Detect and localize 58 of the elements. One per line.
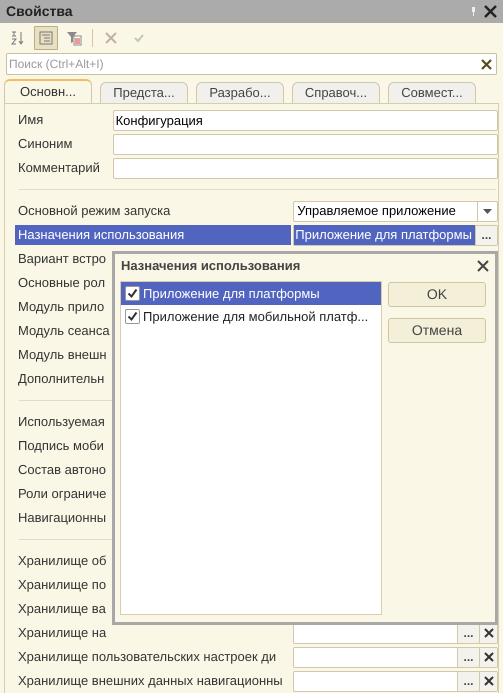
item-label: Приложение для мобильной платф... [143, 308, 368, 326]
search-field[interactable]: Поиск (Ctrl+Alt+I) [6, 53, 497, 75]
close-icon[interactable] [477, 260, 489, 272]
tab[interactable]: Предста... [100, 82, 188, 103]
property-label: Используемая [17, 413, 105, 432]
choose-button[interactable]: ... [457, 648, 479, 666]
clear-icon[interactable] [484, 628, 494, 638]
panel-title: Свойства [6, 2, 73, 21]
tab[interactable]: Разрабо... [196, 82, 284, 103]
list-icon[interactable] [34, 26, 58, 50]
choose-button[interactable]: ... [457, 672, 479, 690]
property-label: Имя [17, 111, 44, 130]
input-field[interactable] [112, 134, 498, 154]
choose-button[interactable]: ... [475, 226, 497, 244]
dropdown-field[interactable]: Управляемое приложение [293, 200, 498, 222]
property-label: Комментарий [17, 159, 100, 178]
property-label: Хранилище об [17, 552, 106, 570]
property-label: Хранилище пользовательских настроек ди [17, 648, 276, 666]
checkbox[interactable] [125, 286, 140, 301]
property-label: Назначения использования [15, 225, 292, 245]
field-value: Приложение для платформы [294, 225, 475, 245]
field-value: Управляемое приложение [296, 202, 457, 220]
property-label: Хранилище внешних данных навигационны [17, 672, 283, 690]
tab[interactable]: Совмест... [388, 82, 476, 103]
dialog-button[interactable]: OK [388, 282, 486, 307]
input-field[interactable]: ... [293, 670, 498, 692]
input-field[interactable] [112, 158, 498, 178]
property-label: Основные рол [17, 274, 106, 292]
dialog-button[interactable]: Отмена [388, 318, 486, 343]
clear-icon[interactable] [484, 652, 494, 662]
property-label: Роли ограниче [17, 485, 106, 504]
property-label: Дополнительн [17, 370, 104, 388]
close-icon[interactable] [484, 5, 497, 18]
property-label: Модуль внешн [17, 346, 107, 364]
property-label: Хранилище ва [17, 600, 106, 618]
clear-icon[interactable] [484, 676, 494, 686]
property-label: Модуль прило [17, 298, 104, 316]
clear-icon[interactable] [481, 59, 492, 70]
input-field[interactable]: Конфигурация [112, 110, 498, 130]
property-label: Синоним [17, 135, 72, 154]
input-field[interactable]: ... [293, 646, 498, 668]
property-label: Модуль сеанса [17, 322, 110, 340]
property-label: Основной режим запуска [17, 202, 170, 220]
property-label: Навигационны [17, 509, 106, 528]
list-item[interactable]: Приложение для платформы [121, 282, 381, 305]
property-label: Хранилище на [17, 624, 106, 642]
property-label: Вариант встро [17, 250, 106, 268]
property-label: Подпись моби [17, 437, 104, 456]
tab[interactable]: Справоч... [292, 82, 380, 103]
property-label: Хранилище по [17, 576, 106, 594]
dialog-title: Назначения использования [121, 257, 300, 276]
property-label: Состав автоно [17, 461, 106, 480]
list-item[interactable]: Приложение для мобильной платф... [121, 305, 381, 328]
input-field[interactable]: Приложение для платформы ... [293, 224, 498, 246]
tab[interactable]: Основн... [4, 79, 92, 103]
checkbox[interactable] [125, 309, 140, 324]
caret-icon [483, 208, 492, 214]
item-label: Приложение для платформы [143, 284, 320, 303]
